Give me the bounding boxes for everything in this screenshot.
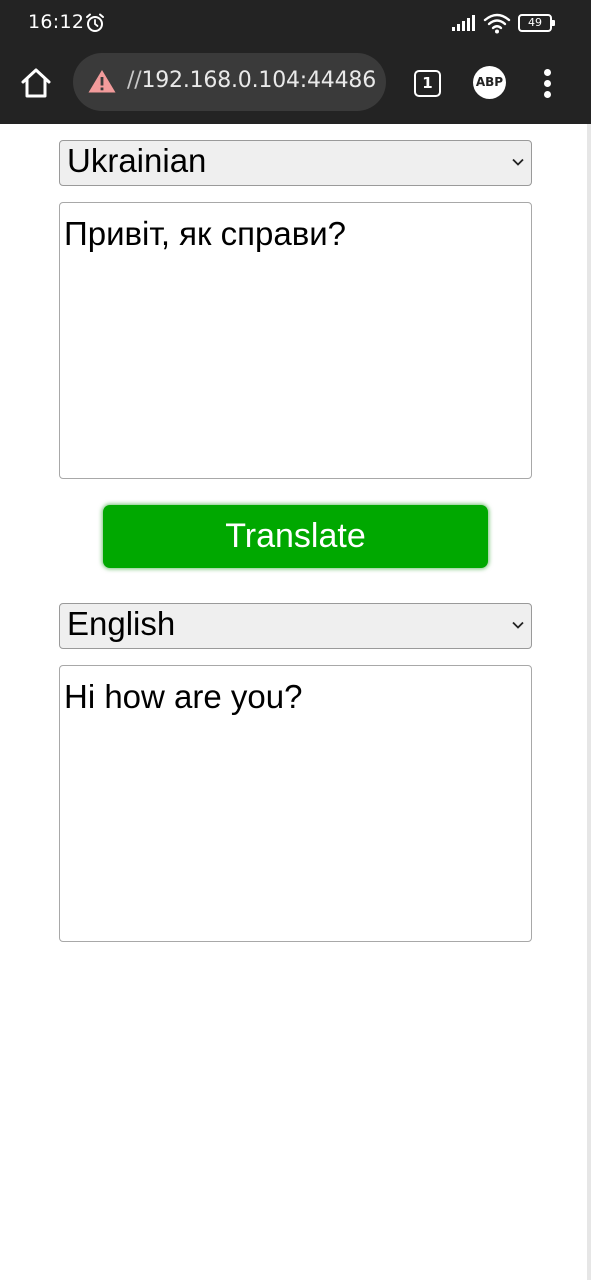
source-language-select[interactable]: Ukrainian xyxy=(59,140,532,186)
address-bar[interactable]: //192.168.0.104:44486 xyxy=(73,53,386,111)
target-language-select[interactable]: English xyxy=(59,603,532,649)
source-text-area[interactable]: Привіт, як справи? xyxy=(59,202,532,479)
tab-switcher-button[interactable]: 1 xyxy=(414,70,441,97)
status-bar: 16:12 49 xyxy=(0,0,591,46)
url-prefix: // xyxy=(127,68,142,93)
status-time: 16:12 xyxy=(28,11,85,33)
scroll-edge xyxy=(587,124,591,1280)
chevron-down-icon xyxy=(512,621,524,629)
battery-icon: 49 xyxy=(518,14,555,32)
url-text[interactable]: //192.168.0.104:44486 xyxy=(127,68,376,93)
url-host: 192.168.0.104:44486 xyxy=(141,68,376,93)
target-text-area[interactable]: Hi how are you? xyxy=(59,665,532,942)
browser-toolbar: //192.168.0.104:44486 1 ABP xyxy=(0,46,591,124)
target-text: Hi how are you? xyxy=(64,678,303,715)
chevron-down-icon xyxy=(512,158,524,166)
translate-button[interactable]: Translate xyxy=(103,505,488,568)
source-language-label: Ukrainian xyxy=(67,142,207,179)
target-language-label: English xyxy=(67,605,176,642)
not-secure-warning-icon[interactable] xyxy=(87,68,117,94)
battery-level: 49 xyxy=(528,16,542,29)
more-vert-icon[interactable] xyxy=(538,68,558,100)
wifi-icon xyxy=(483,13,511,34)
adblock-icon[interactable]: ABP xyxy=(473,66,506,99)
signal-icon xyxy=(452,15,475,31)
home-icon[interactable] xyxy=(19,66,53,100)
alarm-icon xyxy=(86,13,104,32)
source-text: Привіт, як справи? xyxy=(64,215,347,252)
